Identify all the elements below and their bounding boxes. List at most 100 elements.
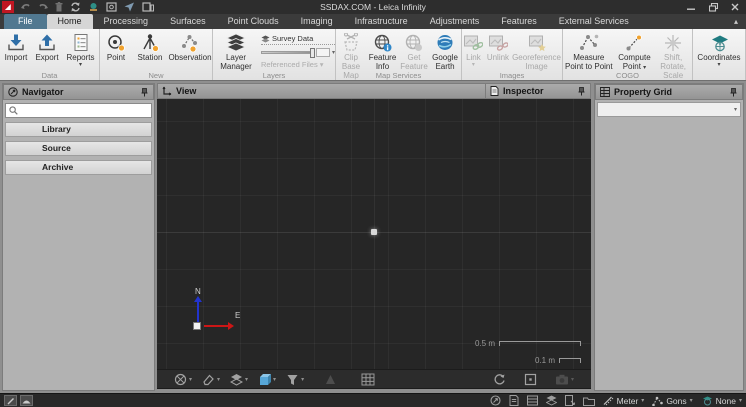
coordinates-button[interactable]: Coordinates ▾ xyxy=(693,32,745,68)
inspector-tab-header[interactable]: Inspector xyxy=(486,83,591,99)
archive-box-icon[interactable] xyxy=(106,2,117,12)
tab-imaging[interactable]: Imaging xyxy=(290,14,344,29)
tab-file[interactable]: File xyxy=(4,14,47,29)
get-feature-button[interactable]: Get Feature xyxy=(399,32,429,72)
snapshot-button[interactable]: ▾ xyxy=(552,373,577,386)
new-observation-button[interactable]: Observation xyxy=(168,32,212,63)
cone-tool-button[interactable] xyxy=(321,372,340,387)
group-label-data: Data xyxy=(0,71,99,80)
scale-bar-major: 0.5 m xyxy=(475,339,581,348)
distance-unit-selector[interactable]: Meter ▾ xyxy=(603,396,645,406)
reports-button[interactable]: Reports ▾ xyxy=(63,32,99,68)
layer-manager-icon xyxy=(225,32,247,54)
inspector-toggle-icon[interactable] xyxy=(509,395,519,406)
layout-icon[interactable] xyxy=(142,2,154,12)
referenced-files-caret-icon: ▾ xyxy=(320,60,324,69)
navigator-pin-icon[interactable] xyxy=(140,88,149,97)
tab-point-clouds[interactable]: Point Clouds xyxy=(217,14,290,29)
distance-unit-caret-icon: ▾ xyxy=(641,397,644,404)
property-grid-pin-icon[interactable] xyxy=(729,88,738,97)
layer-opacity-slider[interactable] xyxy=(261,51,314,54)
redo-icon[interactable] xyxy=(38,3,48,12)
compute-point-label: Compute Point ▾ xyxy=(616,54,654,72)
slider-handle[interactable] xyxy=(310,48,315,58)
feature-info-button[interactable]: Feature Info xyxy=(366,32,399,72)
tab-features[interactable]: Features xyxy=(490,14,548,29)
view-canvas[interactable]: N E 0.5 m 0.1 m xyxy=(157,99,591,369)
tab-adjustments[interactable]: Adjustments xyxy=(419,14,491,29)
minimize-button[interactable] xyxy=(680,0,702,14)
filter-button[interactable]: ▾ xyxy=(283,372,307,387)
scale-bar-minor: 0.1 m xyxy=(535,356,581,365)
tab-infrastructure[interactable]: Infrastructure xyxy=(344,14,419,29)
coordinate-system-selector[interactable]: None ▾ xyxy=(701,395,742,406)
layer-combo-icon xyxy=(261,35,270,43)
layers-controls: Survey Data ▾ Referenced Files ▾ xyxy=(261,32,335,69)
axis-east-arrow xyxy=(228,322,234,330)
layer-select-combo[interactable]: Survey Data xyxy=(261,34,335,45)
quick-access-toolbar xyxy=(21,2,154,12)
zoom-extents-button[interactable] xyxy=(521,372,540,387)
export-button[interactable]: Export xyxy=(32,32,63,63)
ribbon-group-new: Point Station Observation New xyxy=(100,29,213,80)
navigator-section-library[interactable]: Library xyxy=(5,122,152,137)
axis-origin-marker xyxy=(193,322,201,330)
compute-point-button[interactable]: Compute Point ▾ xyxy=(615,32,655,72)
observation-icon xyxy=(180,32,200,54)
georeference-image-button[interactable]: Georeference Image xyxy=(511,32,562,72)
navigator-section-source[interactable]: Source xyxy=(5,141,152,156)
navigator-toggle-icon[interactable] xyxy=(490,395,501,406)
table-view-icon[interactable] xyxy=(527,395,538,406)
delete-icon[interactable] xyxy=(55,2,63,12)
search-input[interactable] xyxy=(21,105,148,117)
view-mode-button[interactable]: ▾ xyxy=(255,372,279,387)
tab-surfaces[interactable]: Surfaces xyxy=(159,14,217,29)
axis-north-label: N xyxy=(195,287,201,296)
reset-rotation-button[interactable] xyxy=(490,372,509,387)
get-feature-icon xyxy=(404,32,424,54)
select-tool-button[interactable]: ▾ xyxy=(199,372,223,387)
view-orientation-button[interactable]: ▾ xyxy=(171,372,195,387)
app-logo-icon[interactable]: ◢ xyxy=(2,1,14,13)
export-label: Export xyxy=(35,54,58,63)
undo-icon[interactable] xyxy=(21,3,31,12)
sketch-toggle-button[interactable] xyxy=(4,395,17,406)
folder-icon[interactable] xyxy=(583,396,595,406)
report-panel-icon[interactable] xyxy=(565,395,575,406)
layer-manager-button[interactable]: Layer Manager xyxy=(213,32,259,72)
ribbon-collapse-button[interactable]: ▴ xyxy=(726,14,746,29)
google-earth-button[interactable]: Google Earth xyxy=(429,32,461,72)
unlink-image-button[interactable]: Unlink xyxy=(485,32,511,63)
referenced-files-button[interactable]: Referenced Files ▾ xyxy=(261,60,335,69)
new-station-button[interactable]: Station xyxy=(132,32,168,63)
new-point-button[interactable]: Point xyxy=(100,32,132,63)
crs-globe-icon xyxy=(701,395,713,406)
view-pin-icon[interactable] xyxy=(577,87,586,96)
stamp-icon[interactable] xyxy=(88,2,99,12)
pencil-icon xyxy=(6,396,15,405)
ribbon-group-cogo: Measure Point to Point Compute Point ▾ S… xyxy=(563,29,693,80)
restore-button[interactable] xyxy=(702,0,724,14)
cone-icon xyxy=(324,373,337,386)
tab-processing[interactable]: Processing xyxy=(93,14,160,29)
unlink-icon xyxy=(488,32,508,54)
layer-opacity-caret-icon[interactable]: ▾ xyxy=(332,49,335,56)
measure-point-to-point-button[interactable]: Measure Point to Point xyxy=(563,32,615,72)
close-button[interactable] xyxy=(724,0,746,14)
angle-unit-selector[interactable]: Gons ▾ xyxy=(652,396,692,406)
sync-icon[interactable] xyxy=(70,2,81,12)
view-tab-header[interactable]: View xyxy=(157,83,486,99)
layers-display-button[interactable]: ▾ xyxy=(227,372,251,387)
navigator-section-archive[interactable]: Archive xyxy=(5,160,152,175)
layer-opacity-value-box[interactable] xyxy=(316,48,330,57)
grid-toggle-button[interactable] xyxy=(358,372,378,387)
layers-panel-icon[interactable] xyxy=(546,395,557,406)
send-icon[interactable] xyxy=(124,2,135,12)
link-image-button[interactable]: Link ▾ xyxy=(462,32,485,68)
property-grid-selector[interactable]: ▾ xyxy=(597,102,741,117)
group-label-new: New xyxy=(100,71,212,80)
tab-external-services[interactable]: External Services xyxy=(548,14,640,29)
terrain-toggle-button[interactable] xyxy=(20,395,33,406)
import-button[interactable]: Import xyxy=(1,32,32,63)
tab-home[interactable]: Home xyxy=(47,14,93,29)
